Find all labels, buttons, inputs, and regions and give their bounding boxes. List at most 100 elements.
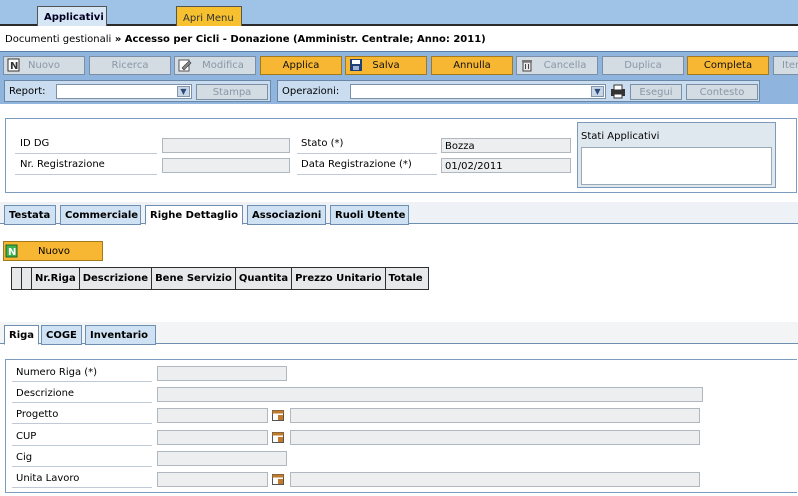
svg-text:N: N bbox=[10, 61, 18, 72]
id-dg-field[interactable] bbox=[162, 138, 290, 153]
breadcrumb-root[interactable]: Documenti gestionali bbox=[5, 34, 111, 45]
duplica-label: Duplica bbox=[624, 60, 662, 71]
cup-label: CUP bbox=[16, 431, 37, 442]
cancella-button[interactable]: Cancella bbox=[516, 56, 598, 75]
col-totale[interactable]: Totale bbox=[384, 267, 429, 290]
cup-code-field[interactable] bbox=[157, 430, 268, 445]
nr-registrazione-field[interactable] bbox=[162, 158, 290, 173]
tab-ruoli-utente[interactable]: Ruoli Utente bbox=[330, 205, 409, 225]
svg-text:N: N bbox=[8, 247, 16, 258]
printer-icon[interactable] bbox=[610, 84, 626, 99]
edit-icon bbox=[178, 59, 192, 72]
cup-desc-field[interactable] bbox=[290, 430, 700, 445]
numero-riga-field[interactable] bbox=[157, 366, 287, 381]
cig-field[interactable] bbox=[157, 451, 287, 466]
stampa-button[interactable]: Stampa bbox=[196, 84, 268, 100]
data-registrazione-label: Data Registrazione (*) bbox=[301, 159, 412, 170]
completa-button[interactable]: Completa bbox=[687, 56, 769, 75]
salva-label: Salva bbox=[372, 60, 400, 71]
stato-label: Stato (*) bbox=[301, 138, 344, 149]
grid-select-col[interactable] bbox=[11, 267, 22, 290]
esegui-button[interactable]: Esegui bbox=[630, 84, 682, 100]
nuovo-button[interactable]: N Nuovo bbox=[3, 56, 85, 75]
iter-button[interactable]: Iter bbox=[773, 56, 798, 75]
nuovo-riga-button[interactable]: N Nuovo bbox=[3, 241, 103, 261]
lookup-picker-icon[interactable] bbox=[272, 410, 284, 421]
save-disk-icon bbox=[350, 59, 362, 71]
lookup-picker-icon[interactable] bbox=[272, 474, 284, 485]
new-doc-icon: N bbox=[5, 244, 18, 258]
applica-label: Applica bbox=[282, 60, 320, 71]
divider bbox=[12, 381, 152, 382]
divider bbox=[297, 153, 437, 154]
modifica-button[interactable]: Modifica bbox=[174, 56, 256, 75]
ricerca-button[interactable]: Ricerca bbox=[89, 56, 171, 75]
tab-applicativi[interactable]: Applicativi bbox=[37, 6, 107, 26]
unita-lavoro-desc-field[interactable] bbox=[290, 472, 700, 487]
report-bar: Report: ▼ Stampa bbox=[4, 80, 271, 102]
annulla-button[interactable]: Annulla bbox=[431, 56, 513, 75]
descrizione-field[interactable] bbox=[157, 387, 703, 402]
breadcrumb: Documenti gestionali » Accesso per Cicli… bbox=[5, 34, 486, 45]
completa-label: Completa bbox=[703, 60, 753, 71]
tab-riga[interactable]: Riga bbox=[4, 325, 39, 345]
cancella-label: Cancella bbox=[543, 60, 587, 71]
divider bbox=[297, 174, 437, 175]
stati-applicativi-panel: Stati Applicativi bbox=[577, 122, 776, 188]
tab-commerciale[interactable]: Commerciale bbox=[60, 205, 141, 225]
progetto-desc-field[interactable] bbox=[290, 408, 700, 423]
operazioni-select[interactable]: ▼ bbox=[350, 84, 606, 99]
col-prezzo-unitario[interactable]: Prezzo Unitario bbox=[291, 267, 386, 290]
stato-field[interactable]: Bozza bbox=[441, 138, 571, 153]
stati-applicativi-label: Stati Applicativi bbox=[581, 131, 660, 142]
nuovo-label: Nuovo bbox=[28, 60, 60, 71]
duplica-button[interactable]: Duplica bbox=[602, 56, 684, 75]
progetto-code-field[interactable] bbox=[157, 408, 268, 423]
col-bene-servizio[interactable]: Bene Servizio bbox=[151, 267, 236, 290]
chevron-down-icon[interactable]: ▼ bbox=[177, 86, 190, 97]
nr-registrazione-label: Nr. Registrazione bbox=[20, 159, 105, 170]
stati-applicativi-list[interactable] bbox=[581, 147, 772, 185]
col-quantita[interactable]: Quantita bbox=[234, 267, 293, 290]
id-dg-label: ID DG bbox=[20, 138, 50, 149]
modifica-label: Modifica bbox=[202, 60, 244, 71]
divider bbox=[12, 487, 152, 488]
new-doc-icon: N bbox=[7, 58, 20, 72]
data-registrazione-field[interactable]: 01/02/2011 bbox=[441, 158, 571, 173]
tab-inventario[interactable]: Inventario bbox=[85, 325, 156, 345]
tab-righe-dettaglio[interactable]: Righe Dettaglio bbox=[145, 205, 243, 225]
chevron-down-icon[interactable]: ▼ bbox=[591, 86, 604, 97]
tab-coge[interactable]: COGE bbox=[41, 325, 82, 345]
breadcrumb-current: Accesso per Cicli - Donazione (Amministr… bbox=[124, 34, 486, 45]
grid-header-row: Nr.Riga Descrizione Bene Servizio Quanti… bbox=[11, 267, 429, 290]
iter-label: Iter bbox=[782, 60, 798, 71]
grid-select-col[interactable] bbox=[21, 267, 32, 290]
main-tab-strip: Testata Commerciale Righe Dettaglio Asso… bbox=[0, 202, 798, 225]
tab-associazioni[interactable]: Associazioni bbox=[247, 205, 326, 225]
divider bbox=[12, 445, 152, 446]
operazioni-bar: Operazioni: ▼ Esegui Contesto bbox=[277, 80, 760, 102]
tab-testata[interactable]: Testata bbox=[4, 205, 56, 225]
nuovo-riga-label: Nuovo bbox=[38, 246, 70, 257]
contesto-button[interactable]: Contesto bbox=[686, 84, 758, 100]
trash-icon bbox=[522, 60, 532, 72]
divider bbox=[12, 402, 152, 403]
righe-grid: Nr.Riga Descrizione Bene Servizio Quanti… bbox=[11, 267, 429, 290]
divider bbox=[15, 174, 157, 175]
report-label: Report: bbox=[9, 86, 46, 97]
unita-lavoro-label: Unita Lavoro bbox=[16, 473, 80, 484]
divider bbox=[12, 466, 152, 467]
riga-tab-strip: Riga COGE Inventario bbox=[0, 322, 798, 345]
annulla-label: Annulla bbox=[453, 60, 491, 71]
report-select[interactable]: ▼ bbox=[56, 84, 192, 99]
top-bar: Applicativi Apri Menu bbox=[0, 0, 798, 26]
salva-button[interactable]: Salva bbox=[345, 56, 427, 75]
lookup-picker-icon[interactable] bbox=[272, 432, 284, 443]
ricerca-label: Ricerca bbox=[111, 60, 149, 71]
col-descrizione[interactable]: Descrizione bbox=[78, 267, 153, 290]
col-nr-riga[interactable]: Nr.Riga bbox=[31, 267, 80, 290]
applica-button[interactable]: Applica bbox=[260, 56, 342, 75]
unita-lavoro-code-field[interactable] bbox=[157, 472, 268, 487]
tab-apri-menu[interactable]: Apri Menu bbox=[176, 6, 242, 26]
numero-riga-label: Numero Riga (*) bbox=[16, 367, 98, 378]
